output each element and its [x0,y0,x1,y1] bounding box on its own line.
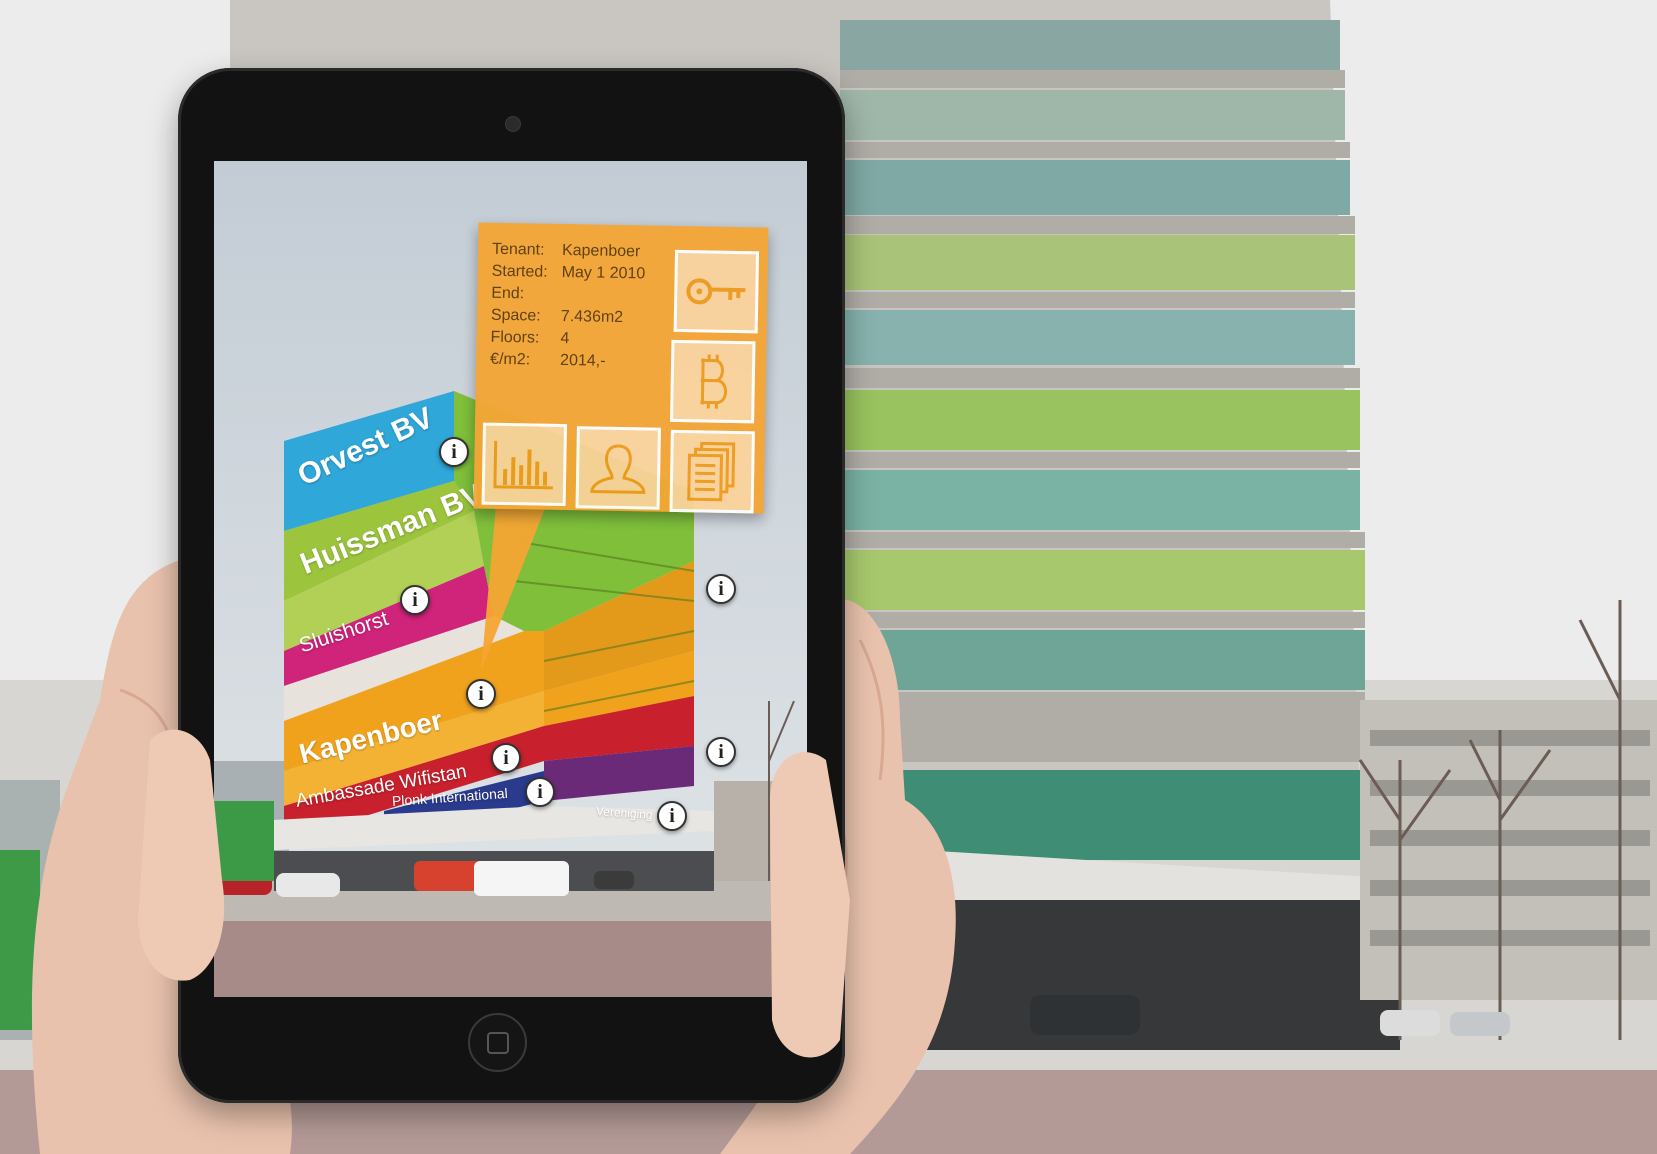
hands-overlay [138,729,850,1058]
scene: Orvest BV i Huissman BV Sluishorst i i K… [0,0,1657,1154]
